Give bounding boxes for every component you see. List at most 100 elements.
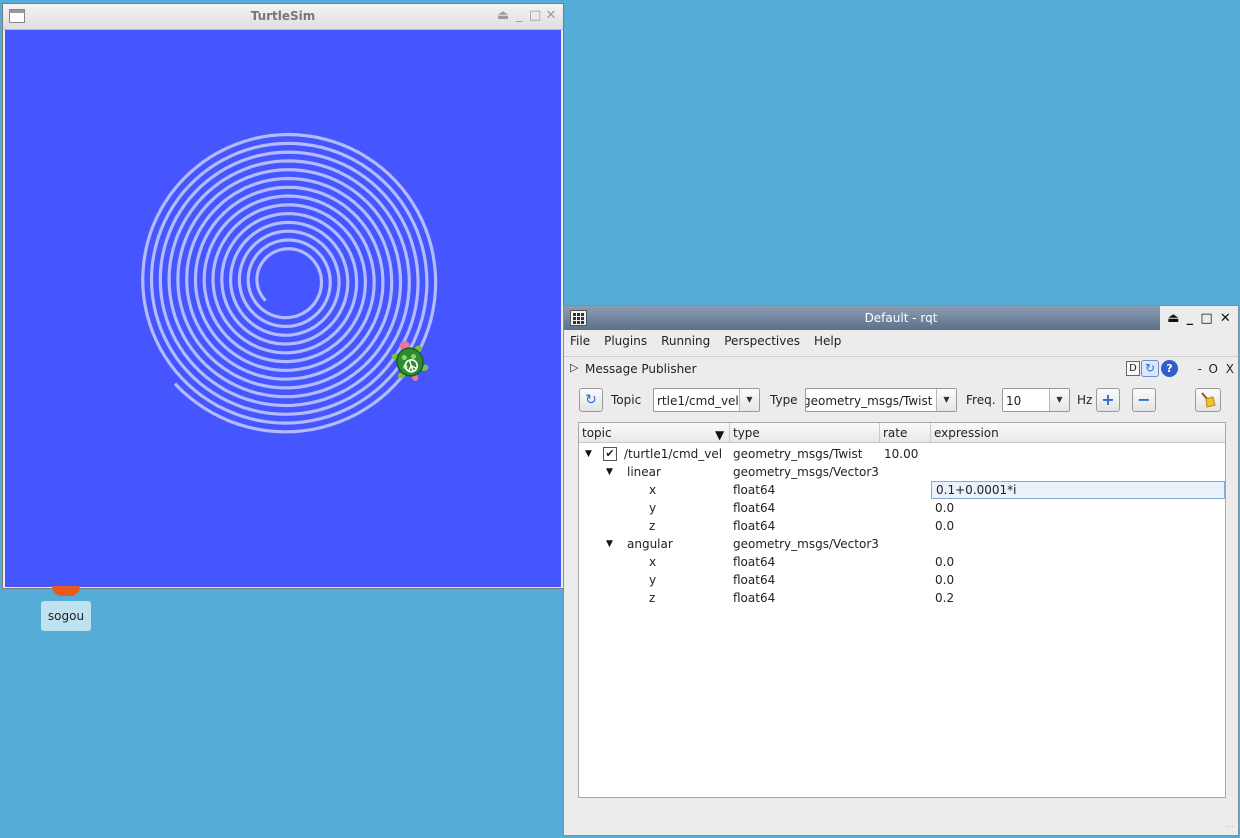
table-row[interactable]: ▼ ✔ /turtle1/cmd_vel geometry_msgs/Twist… [579,445,1225,463]
tree-header: topic ▼ type rate expression [579,423,1225,443]
menu-bar: File Plugins Running Perspectives Help [570,334,841,352]
cell-expression[interactable]: 0.0 [935,573,954,587]
type-combo[interactable]: geometry_msgs/Twist ▼ [805,388,957,412]
rqt-title: Default - rqt [864,311,938,325]
expand-down-icon[interactable]: ▼ [606,539,613,549]
cell-type: float64 [733,501,776,515]
turtlesim-canvas [5,30,561,587]
cell-rate[interactable]: 10.00 [884,447,918,461]
chevron-down-icon[interactable]: ▼ [739,389,759,411]
cell-type: geometry_msgs/Vector3 [733,537,879,551]
plugin-close-button[interactable]: X [1226,362,1234,376]
topic-label: Topic [611,393,642,407]
minimize-icon[interactable]: _ [1187,311,1194,326]
dock-d-button[interactable]: D [1126,361,1140,376]
type-combo-value: geometry_msgs/Twist [805,394,933,408]
cell-topic: y [649,501,657,515]
cell-topic: x [649,483,657,497]
turtlesim-titlebar[interactable]: TurtleSim ⏏ _ □ ✕ [3,4,563,30]
cell-expression[interactable]: 0.0 [935,555,954,569]
cell-topic: y [649,573,657,587]
clean-button[interactable] [1195,388,1221,412]
topic-combo[interactable]: rtle1/cmd_vel ▼ [653,388,760,412]
cell-topic: z [649,519,656,533]
collapse-arrow-icon[interactable]: ▷ [570,361,578,374]
expand-down-icon[interactable]: ▼ [606,467,613,477]
cell-type: float64 [733,591,776,605]
table-row[interactable]: z float64 0.0 [579,517,1225,535]
chevron-down-icon[interactable]: ▼ [1049,389,1069,411]
refresh-topics-button[interactable]: ↻ [579,388,603,412]
broom-icon [1201,392,1216,408]
help-icon[interactable]: ? [1161,360,1178,377]
cell-topic: x [649,555,657,569]
menu-help[interactable]: Help [814,334,841,352]
plugin-minimize-button[interactable]: - [1198,362,1202,376]
topic-combo-value: rtle1/cmd_vel [657,394,739,408]
chevron-down-icon[interactable]: ▼ [936,389,956,411]
table-row[interactable]: x float64 0.0 [579,553,1225,571]
table-row[interactable]: y float64 0.0 [579,571,1225,589]
shade-icon[interactable]: ⏏ [497,8,509,23]
cell-topic: /turtle1/cmd_vel [624,447,723,461]
menu-perspectives[interactable]: Perspectives [724,334,800,352]
cell-topic: angular [627,537,673,551]
publisher-tree[interactable]: topic ▼ type rate expression ▼ ✔ /turtle… [578,422,1226,798]
plugin-title: Message Publisher [585,362,697,376]
col-type[interactable]: type [733,426,760,440]
expand-down-icon[interactable]: ▼ [585,449,592,459]
remove-publisher-button[interactable]: − [1132,388,1156,412]
hz-label: Hz [1077,393,1093,407]
rqt-window: Default - rqt ⏏ _ □ ✕ File Plugins Runni… [563,305,1239,836]
type-label: Type [770,393,798,407]
cell-expression[interactable]: 0.0 [935,519,954,533]
table-row[interactable]: z float64 0.2 [579,589,1225,607]
close-icon[interactable]: ✕ [545,8,557,23]
turtle-trail-drawing [141,132,438,434]
cell-expression[interactable]: 0.1+0.0001*i [936,483,1016,497]
cell-topic: z [649,591,656,605]
shade-icon[interactable]: ⏏ [1167,311,1179,326]
sogou-icon[interactable] [52,586,80,596]
turtle-trail [141,132,438,434]
turtlesim-title: TurtleSim [250,9,316,23]
cell-type: float64 [733,573,776,587]
col-topic[interactable]: topic [582,426,612,440]
plugin-float-button[interactable]: O [1209,362,1218,376]
maximize-icon[interactable]: □ [529,8,541,23]
publisher-toolbar: ↻ Topic rtle1/cmd_vel ▼ Type geometry_ms… [564,386,1238,414]
menu-file[interactable]: File [570,334,590,352]
table-row[interactable]: ▼ linear geometry_msgs/Vector3 [579,463,1225,481]
table-row[interactable]: x float64 0.1+0.0001*i [579,481,1225,499]
plus-icon: + [1101,390,1115,409]
turtlesim-window: TurtleSim ⏏ _ □ ✕ [2,3,564,589]
cell-type: float64 [733,483,776,497]
rqt-titlebar[interactable]: Default - rqt ⏏ _ □ ✕ [564,306,1238,330]
menu-running[interactable]: Running [661,334,710,352]
desktop-icon-label[interactable]: sogou [41,601,91,631]
menu-plugins[interactable]: Plugins [604,334,647,352]
reload-plugin-icon[interactable]: ↻ [1141,360,1159,377]
col-expression[interactable]: expression [934,426,999,440]
cell-type: float64 [733,519,776,533]
refresh-icon: ↻ [585,392,597,408]
minus-icon: − [1137,390,1151,409]
cell-expression[interactable]: 0.0 [935,501,954,515]
add-publisher-button[interactable]: + [1096,388,1120,412]
minimize-icon[interactable]: _ [513,8,525,23]
sort-down-icon[interactable]: ▼ [715,428,724,442]
resize-grip-icon[interactable]: ⋯ [1226,822,1234,831]
close-icon[interactable]: ✕ [1220,311,1231,326]
freq-combo[interactable]: 10 ▼ [1002,388,1070,412]
table-row[interactable]: ▼ angular geometry_msgs/Vector3 [579,535,1225,553]
freq-label: Freq. [966,393,996,407]
publish-checkbox[interactable]: ✔ [603,447,617,461]
table-row[interactable]: y float64 0.0 [579,499,1225,517]
plugin-header: ▷ Message Publisher D ↻ ? - O X [564,356,1238,378]
cell-type: geometry_msgs/Twist [733,447,863,461]
cell-topic: linear [627,465,661,479]
maximize-icon[interactable]: □ [1200,311,1212,326]
cell-type: float64 [733,555,776,569]
cell-expression[interactable]: 0.2 [935,591,954,605]
col-rate[interactable]: rate [883,426,907,440]
